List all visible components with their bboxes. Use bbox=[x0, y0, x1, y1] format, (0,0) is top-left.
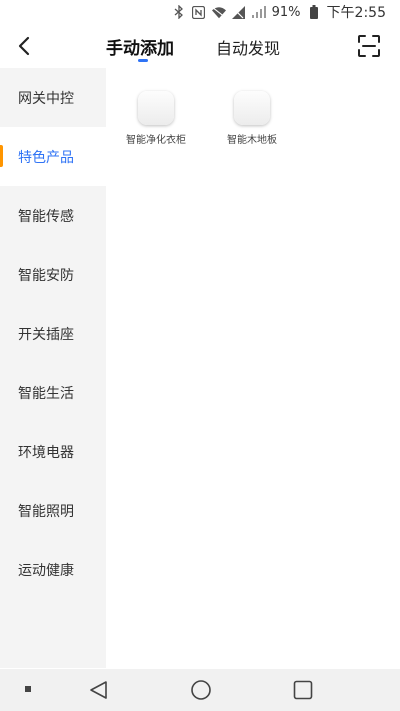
product-grid: 智能净化衣柜 智能木地板 bbox=[106, 68, 400, 668]
sidebar-item-security[interactable]: 智能安防 bbox=[0, 245, 106, 304]
product-image bbox=[234, 91, 270, 125]
sidebar-item-label: 特色产品 bbox=[18, 149, 74, 166]
sidebar-item-label: 环境电器 bbox=[18, 444, 74, 461]
product-label: 智能净化衣柜 bbox=[126, 135, 186, 146]
sidebar-item-label: 智能照明 bbox=[18, 503, 74, 520]
product-image bbox=[138, 91, 174, 125]
circle-home-icon bbox=[191, 680, 211, 700]
product-item[interactable]: 智能净化衣柜 bbox=[108, 91, 204, 146]
product-item[interactable]: 智能木地板 bbox=[204, 91, 300, 146]
back-button[interactable] bbox=[12, 33, 38, 59]
tab-auto-discover[interactable]: 自动发现 bbox=[216, 35, 280, 59]
sidebar-item-label: 智能生活 bbox=[18, 385, 74, 402]
nav-dot-button[interactable] bbox=[18, 679, 40, 701]
no-sim-icon bbox=[232, 5, 246, 19]
tab-manual-add[interactable]: 手动添加 bbox=[106, 34, 174, 59]
sidebar-item-label: 运动健康 bbox=[18, 562, 74, 579]
sidebar-item-label: 网关中控 bbox=[18, 90, 74, 107]
tab-indicator bbox=[138, 59, 148, 62]
sidebar-item-lighting[interactable]: 智能照明 bbox=[0, 481, 106, 540]
nav-back-button[interactable] bbox=[88, 679, 110, 701]
wifi-icon bbox=[211, 5, 226, 19]
system-nav-bar bbox=[0, 669, 400, 711]
sidebar-item-sensors[interactable]: 智能传感 bbox=[0, 186, 106, 245]
bluetooth-icon bbox=[172, 5, 186, 19]
battery-percent: 91% bbox=[271, 4, 301, 20]
sidebar-item-featured[interactable]: 特色产品 bbox=[0, 127, 106, 186]
nav-home-button[interactable] bbox=[190, 679, 212, 701]
nav-recents-button[interactable] bbox=[292, 679, 314, 701]
nfc-icon bbox=[192, 5, 206, 19]
status-time: 下午2:55 bbox=[326, 5, 386, 21]
square-recents-icon bbox=[293, 680, 313, 700]
sidebar-item-appliances[interactable]: 环境电器 bbox=[0, 422, 106, 481]
status-bar: 91% 下午2:55 bbox=[0, 0, 400, 24]
signal-icon bbox=[251, 5, 266, 19]
battery-icon bbox=[307, 5, 321, 19]
sidebar-item-label: 智能安防 bbox=[18, 267, 74, 284]
sidebar-item-health[interactable]: 运动健康 bbox=[0, 540, 106, 599]
sidebar-item-label: 开关插座 bbox=[18, 326, 74, 343]
sidebar-item-smart-living[interactable]: 智能生活 bbox=[0, 363, 106, 422]
sidebar-item-label: 智能传感 bbox=[18, 208, 74, 225]
header: 手动添加 自动发现 bbox=[0, 24, 400, 68]
sidebar-item-gateway[interactable]: 网关中控 bbox=[0, 68, 106, 127]
dot-icon bbox=[25, 686, 31, 692]
product-label: 智能木地板 bbox=[227, 135, 277, 146]
sidebar-item-switches[interactable]: 开关插座 bbox=[0, 304, 106, 363]
scan-button[interactable] bbox=[356, 33, 382, 59]
category-sidebar: 网关中控 特色产品 智能传感 智能安防 开关插座 智能生活 环境电器 智能照明 … bbox=[0, 68, 106, 668]
triangle-back-icon bbox=[90, 681, 107, 699]
back-arrow-icon bbox=[18, 36, 30, 56]
scan-icon bbox=[358, 35, 380, 57]
